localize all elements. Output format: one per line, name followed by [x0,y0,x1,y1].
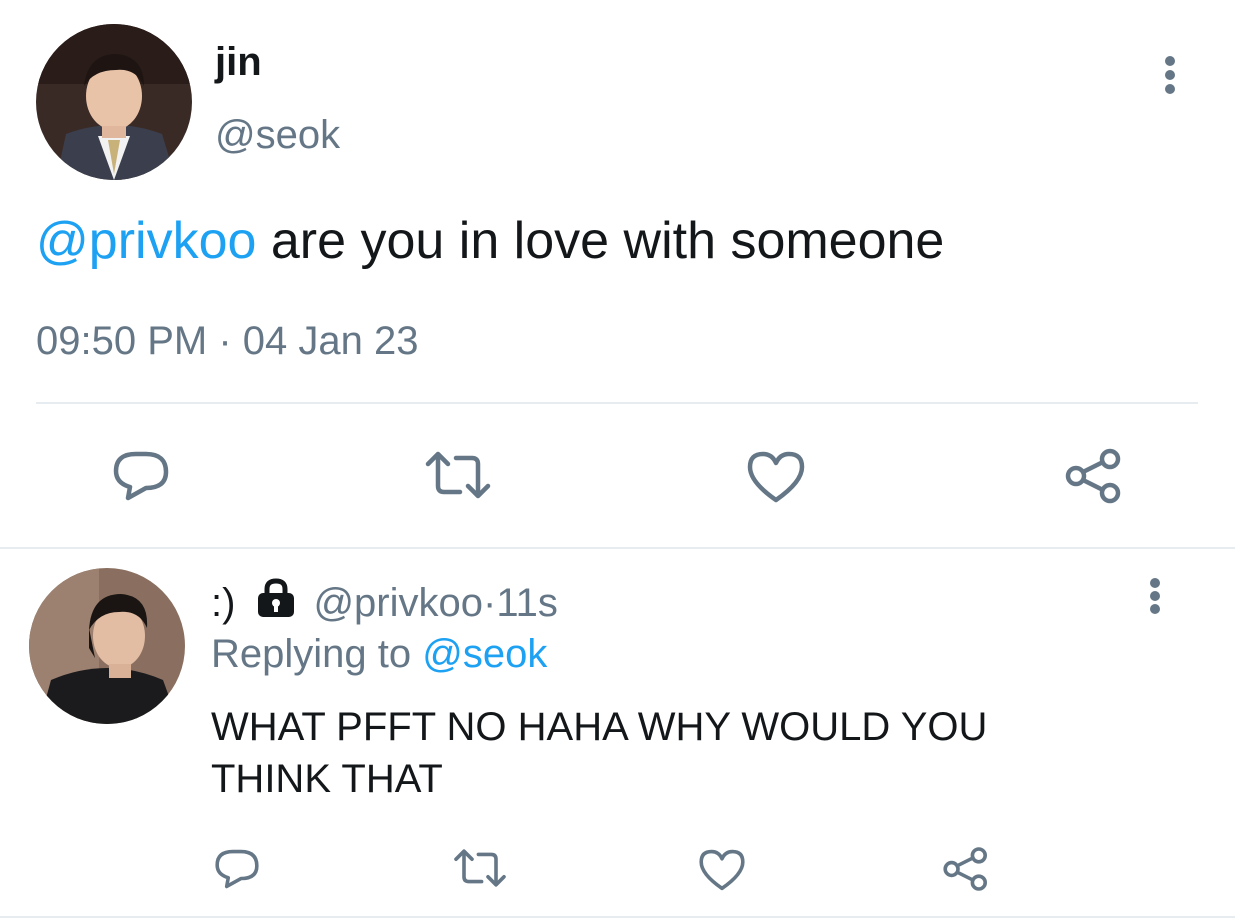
avatar-privkoo[interactable] [29,568,185,724]
replying-label: Replying to [211,632,412,676]
tweet-text: @privkoo are you in love with someone [36,212,944,270]
tweet-body: are you in love with someone [256,212,945,270]
like-icon[interactable] [698,848,746,892]
reply-icon[interactable] [112,450,170,502]
profile-photo-icon [29,568,185,724]
reply-display-name[interactable]: :) [211,580,235,626]
divider [0,916,1235,918]
reply-text: WHAT PFFT NO HAHA WHY WOULD YOU THINK TH… [211,705,988,801]
timestamp-separator: · [207,319,243,363]
reply-age: 11s [496,581,558,625]
more-options-icon[interactable] [1148,578,1162,614]
main-display-name[interactable]: jin [215,42,262,82]
divider [36,402,1198,404]
replying-to-link[interactable]: @seok [422,632,547,676]
more-options-icon[interactable] [1163,56,1177,94]
reply-header: :) @privkoo · 11s [211,578,558,628]
reply-icon[interactable] [214,848,260,890]
retweet-icon[interactable] [424,450,492,500]
divider [0,547,1235,549]
tweet-time: 09:50 PM [36,319,208,363]
reply-separator: · [483,581,497,625]
profile-photo-icon [36,24,192,180]
tweet-timestamp: 09:50 PM · 04 Jan 23 [36,318,418,364]
retweet-icon[interactable] [452,848,508,888]
tweet-date: 04 Jan 23 [242,319,419,363]
like-icon[interactable] [746,450,806,504]
lock-icon [253,578,299,628]
replying-to: Replying to @seok [211,631,547,677]
main-handle[interactable]: @seok [215,113,340,157]
avatar-jin[interactable] [36,24,192,180]
mention-link[interactable]: @privkoo [36,212,256,270]
share-icon[interactable] [942,846,990,892]
reply-handle[interactable]: @privkoo [313,580,483,626]
share-icon[interactable] [1064,448,1124,504]
